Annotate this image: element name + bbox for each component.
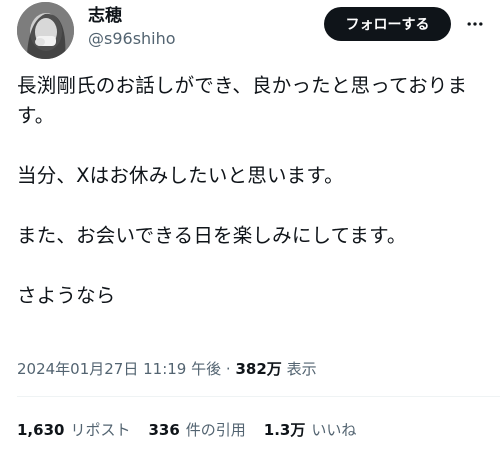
tweet-paragraph: さようなら — [17, 284, 116, 307]
tweet-text: 長渕剛氏のお話しができ、良かったと思っております。 当分、Xはお休みしたいと思い… — [17, 71, 487, 311]
quotes-count: 336 — [148, 421, 180, 439]
views-count: 382万 — [235, 360, 282, 378]
engagement-stats: 1,630 リポスト 336 件の引用 1.3万 いいね — [17, 419, 487, 441]
likes-label: いいね — [311, 421, 357, 439]
follow-button[interactable]: フォローする — [324, 7, 451, 41]
reposts-label: リポスト — [70, 421, 131, 439]
avatar[interactable] — [17, 2, 74, 59]
user-handle[interactable]: @s96shiho — [88, 29, 176, 49]
tweet-paragraph: 長渕剛氏のお話しができ、良かったと思っております。 — [17, 74, 468, 127]
ellipsis-icon — [467, 22, 483, 26]
tweet: 志穂 @s96shiho フォローする 長渕剛氏のお話しができ、良かったと思って… — [0, 0, 500, 451]
likes-count: 1.3万 — [263, 421, 306, 439]
avatar-image — [17, 2, 74, 59]
timestamp-link[interactable]: 2024年01月27日 11:19 午後 — [17, 360, 221, 378]
quotes-label: 件の引用 — [185, 421, 246, 439]
more-options-button[interactable] — [459, 8, 491, 40]
reposts-stat[interactable]: 1,630 リポスト — [17, 419, 130, 441]
divider — [17, 396, 500, 397]
meta-separator: · — [225, 360, 231, 378]
tweet-paragraph: 当分、Xはお休みしたいと思います。 — [17, 164, 344, 187]
tweet-paragraph: また、お会いできる日を楽しみにしてます。 — [17, 224, 407, 247]
display-name[interactable]: 志穂 — [88, 5, 122, 27]
quotes-stat[interactable]: 336 件の引用 — [148, 419, 245, 441]
tweet-meta: 2024年01月27日 11:19 午後 · 382万 表示 — [17, 358, 487, 380]
views-label: 表示 — [286, 360, 317, 378]
reposts-count: 1,630 — [17, 421, 65, 439]
likes-stat[interactable]: 1.3万 いいね — [264, 419, 357, 441]
